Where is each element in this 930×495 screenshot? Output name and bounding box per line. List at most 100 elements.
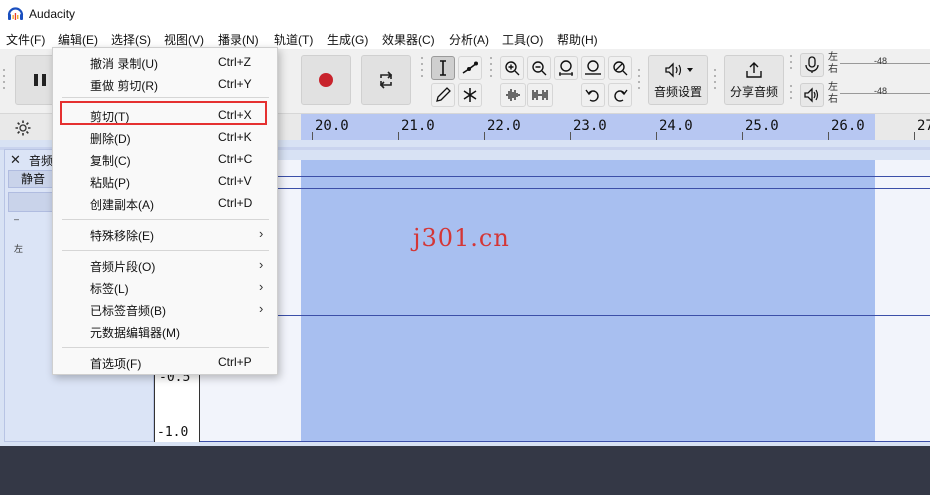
record-icon (319, 73, 333, 87)
envelope-tool[interactable] (458, 56, 482, 80)
record-meter[interactable]: 左 右 -48 (828, 52, 930, 78)
menu-item-paste[interactable]: 粘贴(P) Ctrl+V (53, 170, 277, 192)
menu-item-labels[interactable]: 标签(L) › (53, 276, 277, 298)
menu-item-labeled-audio[interactable]: 已标签音频(B) › (53, 298, 277, 320)
toolbar-grip[interactable] (3, 69, 9, 95)
menu-item-special-remove[interactable]: 特殊移除(E) › (53, 223, 277, 245)
selection-tool[interactable] (431, 56, 455, 80)
loop-icon (379, 71, 393, 89)
redo-icon (614, 89, 628, 102)
play-meter-grip[interactable] (790, 85, 796, 111)
share-upload-icon (746, 62, 762, 78)
menu-record[interactable]: 播录(N) (218, 31, 259, 48)
ruler-tick-label: 27 (917, 118, 930, 134)
pencil-icon (436, 87, 451, 102)
fit-selection-button[interactable] (554, 56, 578, 80)
menu-separator (62, 347, 269, 348)
audio-setup-label: 音频设置 (653, 85, 702, 99)
menu-bar: 文件(F) 编辑(E) 选择(S) 视图(V) 播录(N) 轨道(T) 生成(G… (0, 28, 930, 49)
menu-help[interactable]: 帮助(H) (557, 31, 598, 48)
menu-tracks[interactable]: 轨道(T) (274, 31, 313, 48)
menu-view[interactable]: 视图(V) (164, 31, 204, 48)
record-button[interactable] (301, 55, 351, 105)
menu-generate[interactable]: 生成(G) (327, 31, 368, 48)
ruler-tick-label: 21.0 (401, 118, 435, 134)
mute-button[interactable]: 静音 (8, 170, 58, 188)
menu-item-duplicate[interactable]: 创建副本(A) Ctrl+D (53, 192, 277, 214)
cut-highlight-box (60, 101, 267, 125)
zoom-in-button[interactable] (500, 56, 524, 80)
chevron-right-icon: › (259, 279, 264, 294)
menu-select[interactable]: 选择(S) (111, 31, 151, 48)
rec-meter-level: -48 (874, 56, 888, 66)
menu-tools[interactable]: 工具(O) (502, 31, 543, 48)
title-bar: Audacity (0, 0, 930, 28)
tools-grip[interactable] (421, 57, 427, 83)
waveform-centerline (200, 315, 930, 316)
menu-item-metadata-editor[interactable]: 元数据编辑器(M) (53, 320, 277, 342)
menu-file[interactable]: 文件(F) (6, 31, 45, 48)
menu-item-preferences[interactable]: 首选项(F) Ctrl+P (53, 351, 277, 373)
play-meter-button[interactable] (800, 83, 824, 107)
gear-icon[interactable] (14, 119, 32, 137)
gain-slider-mark[interactable]: – (14, 214, 19, 224)
play-meter-level: -48 (874, 86, 888, 96)
zoom-out-button[interactable] (527, 56, 551, 80)
edit-grip[interactable] (490, 57, 496, 83)
play-meter-right-label: 右 (828, 94, 838, 105)
ruler-tick-label: 23.0 (573, 118, 607, 134)
menu-separator (62, 219, 269, 220)
menu-item-clips[interactable]: 音频片段(O) › (53, 254, 277, 276)
bottom-empty-area (0, 446, 930, 495)
edit-menu-dropdown: 撤消 录制(U) Ctrl+Z 重做 剪切(R) Ctrl+Y 剪切(T) Ctrl+… (52, 47, 278, 375)
share-grip[interactable] (714, 69, 720, 95)
draw-tool[interactable] (431, 83, 455, 107)
zoom-toggle-icon (613, 61, 628, 76)
menu-edit[interactable]: 编辑(E) (58, 31, 98, 48)
fit-project-button[interactable] (581, 56, 605, 80)
ruler-tick-label: 22.0 (487, 118, 521, 134)
audio-setup-button[interactable]: 音频设置 (648, 55, 708, 105)
loop-button[interactable] (361, 55, 411, 105)
close-icon[interactable]: ✕ (10, 152, 21, 168)
watermark-text: j301.cn (413, 224, 510, 252)
menu-effect[interactable]: 效果器(C) (382, 31, 435, 48)
share-audio-button[interactable]: 分享音频 (724, 55, 784, 105)
ruler-tick (312, 132, 313, 140)
menu-item-undo[interactable]: 撤消 录制(U) Ctrl+Z (53, 51, 277, 73)
silence-button[interactable] (527, 83, 553, 107)
rec-meter-left-label: 左 (828, 52, 838, 63)
rec-meter-grip[interactable] (790, 55, 796, 81)
menu-item-delete[interactable]: 删除(D) Ctrl+K (53, 126, 277, 148)
ruler-tick (656, 132, 657, 140)
menu-analyze[interactable]: 分析(A) (449, 31, 489, 48)
rec-meter-right-label: 右 (828, 64, 838, 75)
envelope-icon (462, 61, 478, 74)
speaker-dropdown-icon (665, 62, 693, 78)
play-meter[interactable]: 左 右 -48 (828, 82, 930, 108)
trim-audio-icon (506, 89, 520, 101)
chevron-right-icon: › (259, 301, 264, 316)
waveform-selection[interactable] (301, 160, 875, 442)
menu-separator (62, 250, 269, 251)
ruler-tick (914, 132, 915, 140)
ruler-tick-label: 24.0 (659, 118, 693, 134)
track-name[interactable]: 音频 (29, 152, 53, 169)
setup-grip[interactable] (638, 69, 644, 95)
trim-button[interactable] (500, 83, 526, 107)
zoom-toggle-button[interactable] (608, 56, 632, 80)
ruler-tick (398, 132, 399, 140)
pan-slider-label[interactable]: 左 (14, 242, 23, 255)
undo-button[interactable] (581, 83, 605, 107)
menu-item-copy[interactable]: 复制(C) Ctrl+C (53, 148, 277, 170)
menu-item-redo[interactable]: 重做 剪切(R) Ctrl+Y (53, 73, 277, 95)
chevron-right-icon: › (259, 226, 264, 241)
redo-button[interactable] (608, 83, 632, 107)
share-audio-label: 分享音频 (729, 85, 778, 99)
menu-separator (62, 97, 269, 98)
amplitude-label: -1.0 (157, 425, 189, 440)
ruler-tick-label: 20.0 (315, 118, 349, 134)
multi-tool[interactable] (458, 83, 482, 107)
undo-icon (585, 89, 599, 102)
record-meter-button[interactable] (800, 53, 824, 77)
